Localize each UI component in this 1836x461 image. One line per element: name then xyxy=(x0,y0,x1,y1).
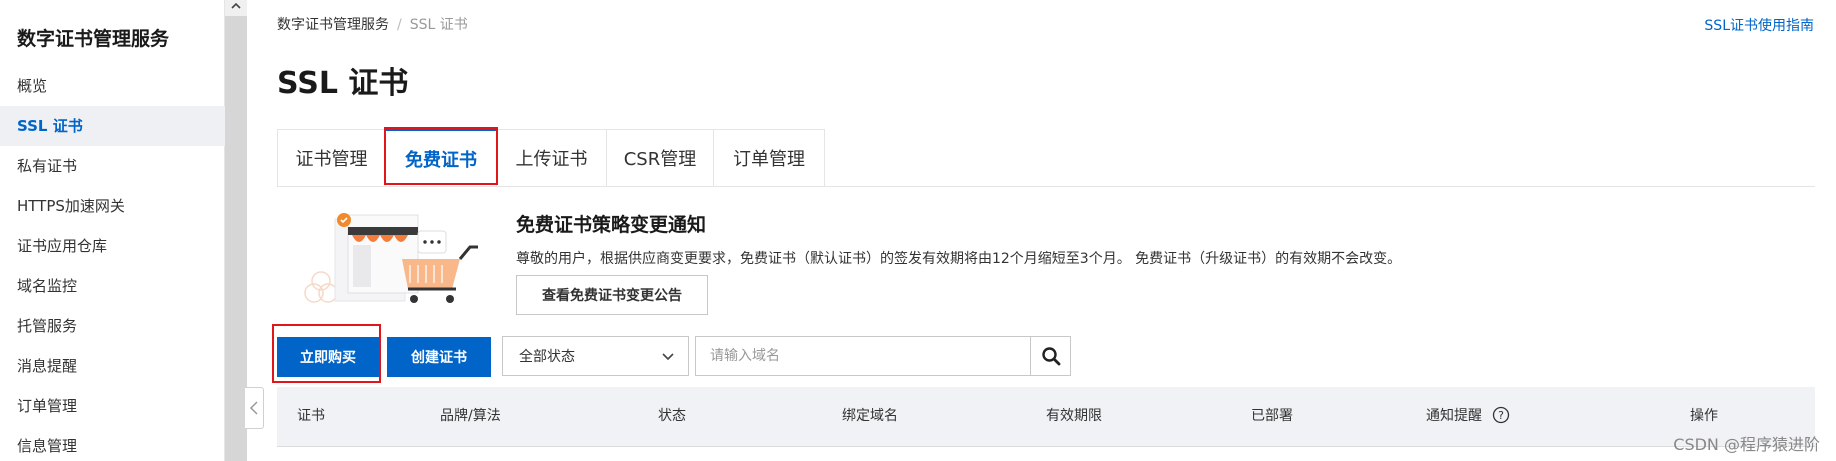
notice-text: 尊敬的用户，根据供应商变更要求，免费证书（默认证书）的签发有效期将由12个月缩短… xyxy=(516,251,1402,267)
column-header-brand: 品牌/算法 xyxy=(440,408,501,424)
column-header-notify-label: 通知提醒 xyxy=(1426,408,1482,424)
column-header-notify: 通知提醒 ? xyxy=(1426,387,1510,445)
tab-csr-management[interactable]: CSR管理 xyxy=(607,129,714,186)
tab-free-cert[interactable]: 免费证书 xyxy=(386,129,497,186)
ssl-guide-link[interactable]: SSL证书使用指南 xyxy=(1704,15,1814,35)
sidebar-item-ssl-cert[interactable]: SSL 证书 xyxy=(0,106,225,146)
column-header-deployed: 已部署 xyxy=(1251,408,1293,424)
sidebar-item-order-management[interactable]: 订单管理 xyxy=(0,386,225,426)
scroll-up-icon[interactable] xyxy=(225,0,247,16)
sidebar-title: 数字证书管理服务 xyxy=(17,28,170,50)
sidebar-scrollbar[interactable] xyxy=(225,0,247,461)
sidebar: 数字证书管理服务 概览 SSL 证书 私有证书 HTTPS加速网关 证书应用仓库… xyxy=(0,0,225,461)
sidebar-item-message-alert[interactable]: 消息提醒 xyxy=(0,346,225,386)
search-button[interactable] xyxy=(1030,336,1071,376)
status-select-value: 全部状态 xyxy=(519,349,575,365)
sidebar-item-cert-repo[interactable]: 证书应用仓库 xyxy=(0,226,225,266)
status-select[interactable]: 全部状态 xyxy=(502,336,689,376)
breadcrumb-current: SSL 证书 xyxy=(409,17,468,33)
svg-text:?: ? xyxy=(1499,409,1505,422)
tab-bar: 证书管理 免费证书 上传证书 CSR管理 订单管理 xyxy=(277,129,825,186)
tabs-divider xyxy=(277,186,1815,187)
column-header-domain: 绑定域名 xyxy=(842,408,898,424)
column-header-cert: 证书 xyxy=(297,408,325,424)
view-announcement-button[interactable]: 查看免费证书变更公告 xyxy=(516,275,708,315)
search-icon xyxy=(1041,347,1060,366)
tab-order-management[interactable]: 订单管理 xyxy=(714,129,825,186)
sidebar-item-managed-service[interactable]: 托管服务 xyxy=(0,306,225,346)
sidebar-item-info-management[interactable]: 信息管理 xyxy=(0,426,225,461)
chevron-left-icon xyxy=(249,401,258,415)
page-title: SSL 证书 xyxy=(277,66,409,101)
watermark-text: CSDN @程序猿进阶 xyxy=(1673,435,1820,454)
tab-cert-management[interactable]: 证书管理 xyxy=(277,129,386,186)
notice-title: 免费证书策略变更通知 xyxy=(516,214,707,236)
shopping-illustration xyxy=(304,213,478,303)
column-header-validity: 有效期限 xyxy=(1046,408,1102,424)
collapse-sidebar-button[interactable] xyxy=(245,387,264,429)
chevron-down-icon xyxy=(662,353,674,361)
column-header-status: 状态 xyxy=(658,408,686,424)
table-header: 证书 品牌/算法 状态 绑定域名 有效期限 已部署 通知提醒 ? 操作 xyxy=(277,387,1815,447)
domain-search-input[interactable] xyxy=(695,336,1030,376)
breadcrumb-root[interactable]: 数字证书管理服务 xyxy=(277,17,389,33)
sidebar-item-https-gateway[interactable]: HTTPS加速网关 xyxy=(0,186,225,226)
buy-now-button[interactable]: 立即购买 xyxy=(277,337,379,377)
sidebar-item-domain-monitor[interactable]: 域名监控 xyxy=(0,266,225,306)
breadcrumb: 数字证书管理服务 / SSL 证书 xyxy=(277,14,468,34)
sidebar-item-overview[interactable]: 概览 xyxy=(0,66,225,106)
tab-upload-cert[interactable]: 上传证书 xyxy=(497,129,607,186)
create-cert-button[interactable]: 创建证书 xyxy=(387,337,491,377)
help-icon[interactable]: ? xyxy=(1492,406,1510,424)
sidebar-item-private-cert[interactable]: 私有证书 xyxy=(0,146,225,186)
breadcrumb-separator: / xyxy=(397,17,402,33)
